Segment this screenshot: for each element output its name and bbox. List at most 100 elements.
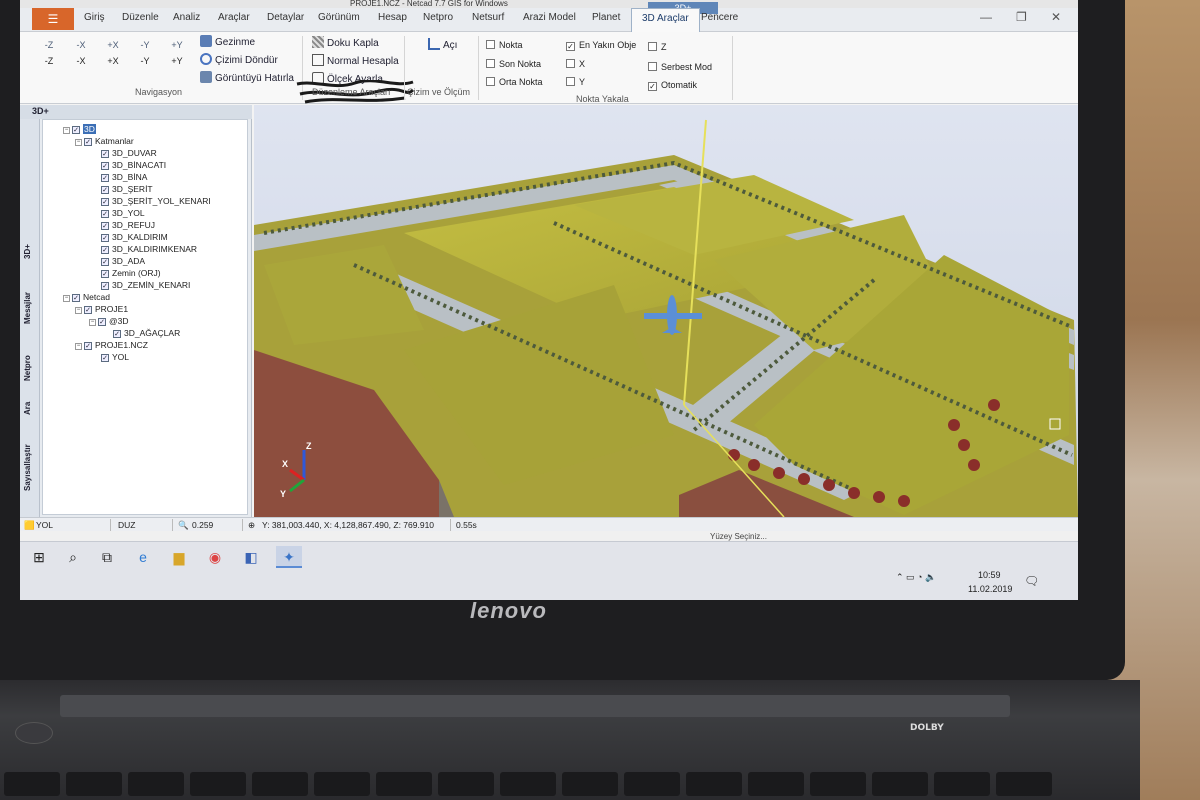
aci-button[interactable]: Açı — [428, 38, 457, 51]
layer-checkbox[interactable]: ✓ — [72, 126, 80, 134]
app-icon[interactable]: ◧ — [238, 546, 264, 568]
tray-icons[interactable]: ⌃ ▭ ◔ 🔈 — [896, 572, 936, 583]
keyboard-key[interactable] — [4, 772, 60, 796]
snap-otomatik-checkbox[interactable]: ✓ Otomatik — [648, 80, 697, 91]
view-plus-x-button[interactable]: +X +X — [98, 34, 128, 66]
tree-node[interactable]: ✓ 3D_AĞAÇLAR — [113, 327, 180, 339]
clock-time[interactable]: 10:59 — [978, 570, 1001, 580]
layer-checkbox[interactable]: ✓ — [84, 138, 92, 146]
notification-icon[interactable]: 🗨 — [1024, 574, 1039, 588]
layer-checkbox[interactable]: ✓ — [101, 270, 109, 278]
keyboard-key[interactable] — [748, 772, 804, 796]
tree-node[interactable]: ✓ 3D_KALDIRIM — [101, 231, 168, 243]
keyboard-key[interactable] — [934, 772, 990, 796]
tree-node[interactable]: ✓ 3D_ADA — [101, 255, 145, 267]
normal-hesapla-button[interactable]: Normal Hesapla — [312, 54, 399, 67]
collapse-icon[interactable]: − — [75, 139, 82, 146]
view-minus-z-button[interactable]: -Z -Z — [34, 34, 64, 66]
keyboard-key[interactable] — [190, 772, 246, 796]
layer-checkbox[interactable]: ✓ — [101, 246, 109, 254]
application-menu-button[interactable]: ☰ — [32, 8, 74, 30]
snap-orta-nokta-checkbox[interactable]: Orta Nokta — [486, 77, 543, 87]
layer-checkbox[interactable]: ✓ — [113, 330, 121, 338]
collapse-icon[interactable]: − — [75, 307, 82, 314]
clock-date[interactable]: 11.02.2019 — [968, 584, 1012, 594]
keyboard-key[interactable] — [252, 772, 308, 796]
tab-giris[interactable]: Giriş — [84, 12, 105, 23]
layer-checkbox[interactable]: ✓ — [101, 258, 109, 266]
layer-checkbox[interactable]: ✓ — [101, 282, 109, 290]
layer-checkbox[interactable]: ✓ — [98, 318, 106, 326]
tab-analiz[interactable]: Analiz — [173, 12, 200, 23]
collapse-icon[interactable]: − — [75, 343, 82, 350]
tab-arazi-model[interactable]: Arazi Model — [523, 12, 576, 23]
snap-serbest-mod-checkbox[interactable]: Serbest Mod — [648, 62, 712, 72]
snap-z-checkbox[interactable]: Z — [648, 42, 667, 52]
keyboard-key[interactable] — [376, 772, 432, 796]
maximize-button[interactable]: ❐ — [1016, 10, 1027, 24]
doku-kapla-button[interactable]: Doku Kapla — [312, 36, 379, 49]
status-layer[interactable]: YOL — [36, 520, 53, 530]
layer-checkbox[interactable]: ✓ — [101, 210, 109, 218]
layer-checkbox[interactable]: ✓ — [84, 306, 92, 314]
goruntuyu-hatirla-button[interactable]: Görüntüyü Hatırla — [200, 71, 294, 84]
tab-pencere[interactable]: Pencere — [701, 12, 738, 23]
tab-netpro[interactable]: Netpro — [423, 12, 453, 23]
layer-checkbox[interactable]: ✓ — [101, 234, 109, 242]
layer-checkbox[interactable]: ✓ — [101, 198, 109, 206]
tab-hesap[interactable]: Hesap — [378, 12, 407, 23]
tab-duzenle[interactable]: Düzenle — [122, 12, 159, 23]
status-mode[interactable]: DUZ — [118, 520, 135, 530]
gezinme-button[interactable]: Gezinme — [200, 35, 255, 48]
snap-x-checkbox[interactable]: X — [566, 59, 585, 69]
tree-node[interactable]: ✓ 3D_BİNA — [101, 171, 147, 183]
tree-node[interactable]: ✓ Zemin (ORJ) — [101, 267, 161, 279]
keyboard-key[interactable] — [624, 772, 680, 796]
tree-node[interactable]: ✓ 3D_YOL — [101, 207, 145, 219]
side-tab-sayisallastir[interactable]: Sayısallaştır — [23, 444, 32, 491]
view-minus-x-button[interactable]: -X -X — [66, 34, 96, 66]
tree-node[interactable]: − ✓ 3D — [63, 123, 96, 135]
view-minus-y-button[interactable]: -Y -Y — [130, 34, 160, 66]
side-tab-3d[interactable]: 3D+ — [23, 244, 32, 259]
tab-3d-araclar[interactable]: 3D Araçlar — [631, 8, 700, 32]
tab-gorunum[interactable]: Görünüm — [318, 12, 360, 23]
windows-icon[interactable]: ⊞ — [26, 546, 52, 568]
task-view-icon[interactable]: ⧉ — [94, 546, 120, 568]
3d-scene[interactable]: Z X Y — [254, 105, 1078, 517]
keyboard-key[interactable] — [314, 772, 370, 796]
side-tab-netpro[interactable]: Netpro — [23, 355, 32, 381]
snap-son-nokta-checkbox[interactable]: Son Nokta — [486, 59, 541, 69]
snap-en-yakin-obje-checkbox[interactable]: ✓ En Yakın Obje — [566, 40, 636, 51]
cizimi-dondur-button[interactable]: Çizimi Döndür — [200, 53, 278, 66]
file-explorer-icon[interactable]: ▆ — [166, 546, 192, 568]
keyboard-key[interactable] — [128, 772, 184, 796]
tree-node[interactable]: ✓ 3D_ŞERİT — [101, 183, 153, 195]
collapse-icon[interactable]: − — [89, 319, 96, 326]
snap-y-checkbox[interactable]: Y — [566, 77, 585, 87]
tab-detaylar[interactable]: Detaylar — [267, 12, 304, 23]
layer-checkbox[interactable]: ✓ — [101, 174, 109, 182]
tab-araclar[interactable]: Araçlar — [218, 12, 250, 23]
layer-checkbox[interactable]: ✓ — [101, 150, 109, 158]
keyboard-key[interactable] — [562, 772, 618, 796]
close-button[interactable]: ✕ — [1051, 10, 1061, 24]
tab-planet[interactable]: Planet — [592, 12, 620, 23]
keyboard-key[interactable] — [996, 772, 1052, 796]
tree-node[interactable]: ✓ YOL — [101, 351, 129, 363]
collapse-icon[interactable]: − — [63, 127, 70, 134]
tree-node[interactable]: ✓ 3D_ZEMİN_KENARI — [101, 279, 190, 291]
layer-checkbox[interactable]: ✓ — [101, 186, 109, 194]
tree-node[interactable]: ✓ 3D_BİNACATI — [101, 159, 166, 171]
edge-icon[interactable]: e — [130, 546, 156, 568]
tree-node[interactable]: − ✓ Netcad — [63, 291, 110, 303]
keyboard-key[interactable] — [872, 772, 928, 796]
keyboard-key[interactable] — [66, 772, 122, 796]
keyboard-key[interactable] — [438, 772, 494, 796]
tree-node[interactable]: ✓ 3D_REFUJ — [101, 219, 155, 231]
tree-node[interactable]: ✓ 3D_ŞERİT_YOL_KENARI — [101, 195, 211, 207]
search-icon[interactable]: ⌕ — [60, 546, 86, 568]
collapse-icon[interactable]: − — [63, 295, 70, 302]
side-tab-ara[interactable]: Ara — [23, 402, 32, 415]
keyboard-key[interactable] — [500, 772, 556, 796]
